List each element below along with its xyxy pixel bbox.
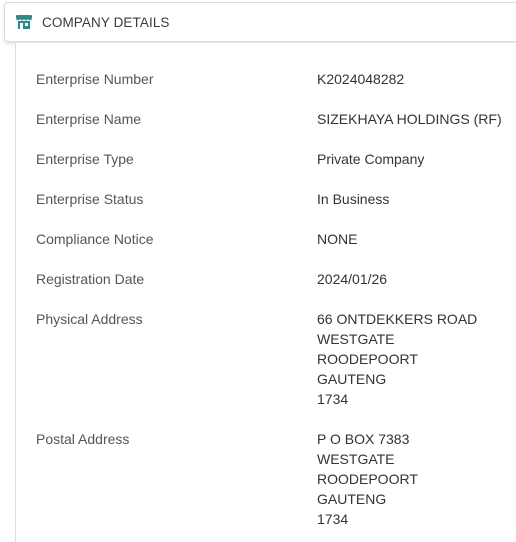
- value-line: In Business: [317, 191, 390, 207]
- enterprise-number-value: K2024048282: [317, 69, 516, 89]
- enterprise-name-label: Enterprise Name: [36, 111, 142, 127]
- value-line: Private Company: [317, 151, 425, 167]
- postal-address-label: Postal Address: [36, 431, 130, 447]
- company-details-panel: Enterprise Number K2024048282 Enterprise…: [15, 43, 516, 542]
- value-line: NONE: [317, 231, 358, 247]
- section-title: COMPANY DETAILS: [42, 15, 170, 30]
- enterprise-status-label: Enterprise Status: [36, 191, 144, 207]
- registration-date-label: Registration Date: [36, 271, 145, 287]
- address-line: ROODEPOORT: [317, 351, 418, 367]
- value-line: 2024/01/26: [317, 271, 388, 287]
- address-line: GAUTENG: [317, 371, 387, 387]
- compliance-notice-label: Compliance Notice: [36, 231, 154, 247]
- compliance-notice-value: NONE: [317, 229, 516, 249]
- registration-date-value: 2024/01/26: [317, 269, 516, 289]
- address-line: GAUTENG: [317, 491, 387, 507]
- physical-address-label: Physical Address: [36, 311, 143, 327]
- address-line: 1734: [317, 511, 349, 527]
- enterprise-number-label: Enterprise Number: [36, 71, 154, 87]
- enterprise-type-value: Private Company: [317, 149, 516, 169]
- enterprise-name-value: SIZEKHAYA HOLDINGS (RF): [317, 109, 516, 129]
- address-line: P O BOX 7383: [317, 431, 410, 447]
- address-line: 1734: [317, 391, 349, 407]
- company-details-header[interactable]: COMPANY DETAILS: [4, 2, 516, 42]
- storefront-icon: [16, 15, 32, 29]
- postal-address-value: P O BOX 7383 WESTGATE ROODEPOORT GAUTENG…: [317, 429, 516, 529]
- address-line: WESTGATE: [317, 331, 395, 347]
- value-line: K2024048282: [317, 71, 405, 87]
- physical-address-value: 66 ONTDEKKERS ROAD WESTGATE ROODEPOORT G…: [317, 309, 516, 409]
- address-line: 66 ONTDEKKERS ROAD: [317, 311, 478, 327]
- address-line: ROODEPOORT: [317, 471, 418, 487]
- enterprise-type-label: Enterprise Type: [36, 151, 134, 167]
- value-line: SIZEKHAYA HOLDINGS (RF): [317, 111, 502, 127]
- address-line: WESTGATE: [317, 451, 395, 467]
- enterprise-status-value: In Business: [317, 189, 516, 209]
